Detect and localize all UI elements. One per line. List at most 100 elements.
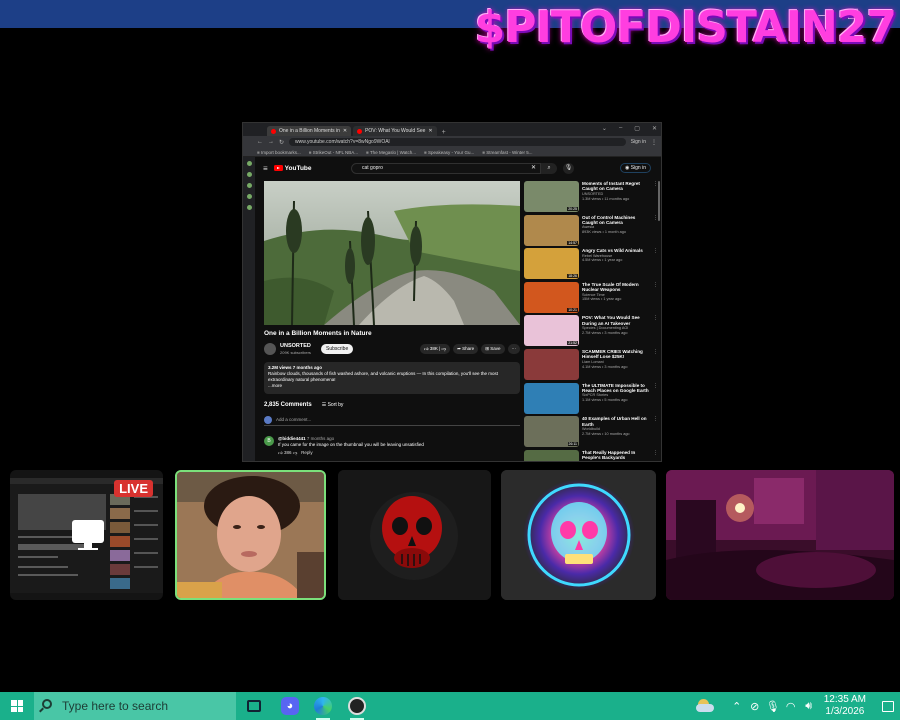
reload-icon[interactable]: ↻ (279, 139, 284, 146)
scrollbar[interactable] (658, 181, 660, 221)
subscribe-button[interactable]: Subscribe (321, 344, 354, 354)
browser-signin[interactable]: Sign in (631, 139, 646, 145)
more-link[interactable]: ...more (268, 383, 282, 388)
recommendation-item[interactable]: 14:57 Out of Control Machines Caught on C… (524, 214, 660, 249)
recommendation-thumbnail[interactable] (524, 348, 579, 380)
sidebar-icon[interactable] (246, 172, 252, 177)
recommendation-title[interactable]: That Really Happened In People's Backyar… (582, 450, 652, 461)
microphone-icon[interactable]: 🎙 (563, 162, 574, 174)
thumbs-up-icon[interactable]: 👍︎ (278, 450, 283, 455)
recommendation-item[interactable]: That Really Happened In People's Backyar… (524, 449, 660, 461)
recommendation-item[interactable]: The ULTIMATE Impossible to Reach Places … (524, 382, 660, 417)
more-options-icon[interactable]: ⋮ (653, 282, 658, 288)
recommendation-thumbnail[interactable]: 18:26 (524, 248, 579, 280)
recommendation-thumbnail[interactable]: 26:11 (524, 416, 579, 448)
task-view-button[interactable] (238, 694, 270, 718)
room-camera-tile[interactable] (666, 470, 894, 600)
search-input[interactable]: cat gopro ✕ (351, 162, 541, 174)
edge-taskbar-button[interactable] (307, 694, 339, 720)
description-box[interactable]: 3.2M views 7 months ago Rainbow clouds, … (264, 362, 520, 394)
sidebar-icon[interactable] (246, 183, 252, 188)
more-options-icon[interactable]: ⋮ (653, 450, 658, 456)
network-off-icon[interactable]: ⊘ (746, 700, 764, 713)
thumbs-down-icon[interactable]: 👎︎ (293, 450, 298, 455)
webcam-tile[interactable] (175, 470, 326, 600)
address-bar[interactable]: www.youtube.com/watch?v=8wNgo9WOAl (289, 138, 626, 146)
comment-author[interactable]: @biddie4441 (278, 436, 306, 441)
add-comment-input[interactable]: Add a comment... (264, 416, 520, 426)
avatar-tile-skull[interactable] (338, 470, 491, 600)
like-button[interactable]: 👍︎ 38K | 👎︎ (419, 344, 451, 354)
volume-icon[interactable]: 🔊︎ (800, 700, 818, 713)
channel-avatar[interactable] (264, 343, 276, 355)
microphone-icon[interactable]: 🎙︎ (764, 700, 782, 713)
save-button[interactable]: ⊞ Save (481, 344, 505, 354)
recommendation-thumbnail[interactable]: 10:21 (524, 281, 579, 313)
bookmark-item[interactable]: StrikeOut - NFL NBA... (309, 150, 358, 155)
browser-tab[interactable]: POV: What You Would See ✕ (353, 126, 437, 136)
avatar-tile-neon-skull[interactable] (501, 470, 656, 600)
recommendation-item[interactable]: 21:52 POV: What You Would See During an A… (524, 315, 660, 349)
more-options-icon[interactable]: ⋮ (653, 349, 658, 355)
weather-icon[interactable] (695, 699, 714, 713)
sidebar-icon[interactable] (246, 194, 252, 199)
recommendation-item[interactable]: 26:11 40 Examples of Urban Hell on Earth W… (524, 416, 660, 450)
bookmark-item[interactable]: The Megaslo | Watch... (366, 150, 416, 155)
back-icon[interactable]: ← (257, 139, 263, 145)
thumbs-down-icon[interactable]: 👎︎ (442, 346, 447, 351)
wifi-icon[interactable]: ◠ (782, 700, 800, 713)
minimize-icon[interactable]: – (619, 125, 622, 132)
reply-button[interactable]: Reply (301, 450, 313, 455)
recommendation-thumbnail[interactable] (524, 382, 579, 414)
recommendation-title[interactable]: SCAMMER CRIES Watching Himself Lose $25K… (582, 349, 652, 360)
video-player[interactable] (264, 181, 520, 325)
browser-tab[interactable]: One in a Billion Moments in ✕ (267, 126, 352, 136)
recommendation-title[interactable]: 40 Examples of Urban Hell on Earth (582, 416, 652, 427)
discord-taskbar-button[interactable]: ◕ (274, 694, 306, 718)
recommendation-item[interactable]: SCAMMER CRIES Watching Himself Lose $25K… (524, 348, 660, 383)
recommendation-thumbnail[interactable]: 21:52 (524, 315, 579, 347)
recommendation-thumbnail[interactable] (524, 449, 579, 461)
recommendation-title[interactable]: Out of Control Machines Caught on Camera (582, 215, 652, 226)
recommendation-title[interactable]: Angry Cats vs Wild Animals (582, 248, 652, 253)
close-icon[interactable]: ✕ (652, 125, 657, 132)
more-options-icon[interactable]: ⋮ (653, 383, 658, 389)
share-button[interactable]: ➦ Share (453, 344, 479, 354)
start-button[interactable] (0, 692, 34, 720)
recommendation-item[interactable]: 18:26 Angry Cats vs Wild Animals Rebel War… (524, 248, 660, 282)
hamburger-menu-icon[interactable]: ≡ (263, 164, 268, 173)
sidebar-icon[interactable] (246, 161, 252, 166)
recommendation-title[interactable]: Moments of Instant Regret Caught on Came… (582, 181, 652, 192)
recommendation-title[interactable]: The ULTIMATE Impossible to Reach Places … (582, 383, 652, 394)
recommendation-item[interactable]: 10:21 The True Scale Of Modern Nuclear We… (524, 281, 660, 316)
more-options-icon[interactable]: ⋮ (653, 416, 658, 422)
more-actions-icon[interactable]: ⋯ (507, 344, 520, 354)
notification-button[interactable] (876, 692, 900, 720)
channel-name[interactable]: UNSORTED (280, 343, 311, 349)
bookmark-item[interactable]: Streamfast - Winter 5... (482, 150, 532, 155)
sort-by-button[interactable]: ☰ Sort by (322, 402, 344, 408)
chevron-down-icon[interactable]: ⌄ (602, 125, 607, 132)
clock[interactable]: 12:35 AM 1/3/2026 (818, 694, 876, 718)
more-options-icon[interactable]: ⋮ (653, 248, 658, 254)
recommendation-thumbnail[interactable]: 14:57 (524, 214, 579, 246)
screen-share-tile[interactable]: LIVE (10, 470, 163, 600)
bookmark-item[interactable]: Import bookmarks... (257, 150, 301, 155)
recommendation-title[interactable]: POV: What You Would See During an AI Tak… (582, 315, 652, 326)
recommendation-title[interactable]: The True Scale Of Modern Nuclear Weapons (582, 282, 652, 293)
chevron-up-icon[interactable]: ⌃ (728, 700, 746, 713)
sidebar-icon[interactable] (246, 205, 252, 210)
bookmark-item[interactable]: Speakeasy - Your Gu... (424, 150, 474, 155)
recommendation-thumbnail[interactable]: 20:25 (524, 181, 579, 212)
search-button[interactable]: ⌕ (541, 162, 557, 174)
obs-taskbar-button[interactable] (341, 694, 373, 720)
recommendation-item[interactable]: 20:25 Moments of Instant Regret Caught on… (524, 181, 660, 215)
more-options-icon[interactable]: ⋮ (653, 315, 658, 321)
taskbar-search-box[interactable]: Type here to search (34, 692, 236, 720)
youtube-logo[interactable]: YouTube (273, 165, 312, 172)
maximize-icon[interactable]: ▢ (634, 125, 640, 132)
youtube-signin-button[interactable]: ◉ Sign in (619, 163, 651, 173)
forward-icon[interactable]: → (268, 139, 274, 145)
menu-icon[interactable]: ⋮ (651, 139, 657, 146)
new-tab-icon[interactable]: + (439, 129, 449, 136)
